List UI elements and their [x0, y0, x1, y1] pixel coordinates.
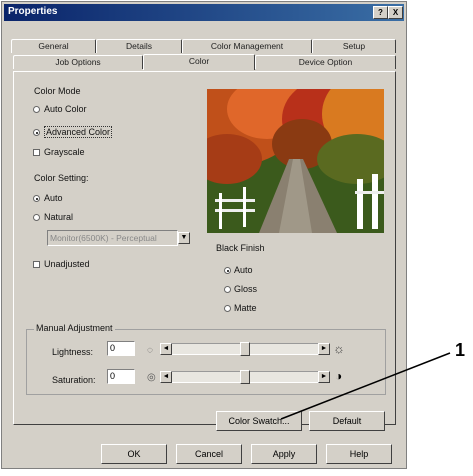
callout-line — [280, 352, 451, 420]
tab-color[interactable]: Color — [143, 54, 255, 70]
callout-number: 1 — [455, 340, 466, 360]
